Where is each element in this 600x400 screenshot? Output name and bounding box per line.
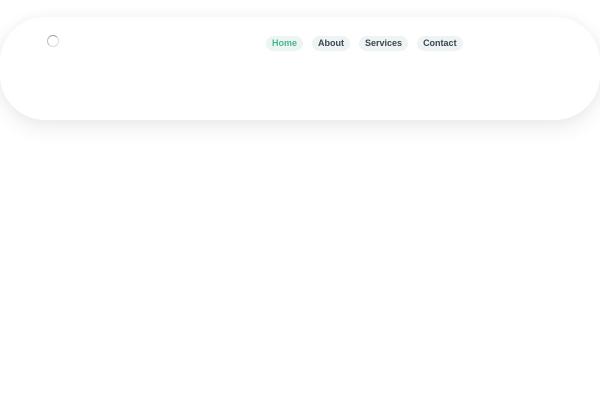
nav-item-contact[interactable]: Contact <box>417 36 463 51</box>
nav-item-about[interactable]: About <box>312 36 351 51</box>
loading-spinner-icon <box>47 35 59 47</box>
main-nav: Home About Services Contact <box>266 36 463 51</box>
nav-item-services[interactable]: Services <box>359 36 409 51</box>
page: Home About Services Contact <box>0 0 600 400</box>
nav-item-home[interactable]: Home <box>266 36 304 51</box>
header-bar: Home About Services Contact <box>0 17 600 120</box>
